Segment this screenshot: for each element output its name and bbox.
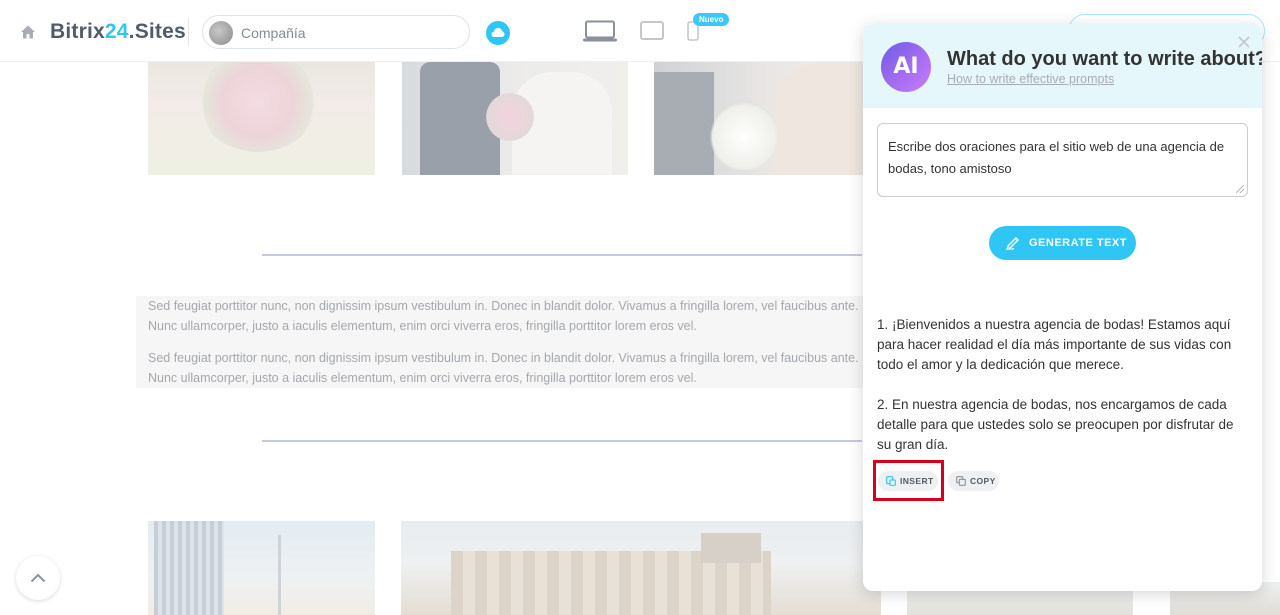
ai-panel-title: What do you want to write about? xyxy=(947,48,1262,70)
generate-text-button[interactable]: GENERATE TEXT xyxy=(989,226,1136,260)
city-photo-towers xyxy=(148,521,375,615)
site-avatar xyxy=(209,21,233,45)
brand-logo[interactable]: Bitrix24.Sites xyxy=(50,20,186,44)
resize-handle[interactable] xyxy=(1236,185,1244,193)
generated-text-item: 1. ¡Bienvenidos a nuestra agencia de bod… xyxy=(877,317,1232,372)
desktop-view-icon[interactable] xyxy=(583,20,617,42)
section-divider xyxy=(262,440,862,442)
brand-separator xyxy=(188,18,189,46)
scroll-to-top-button[interactable] xyxy=(16,556,60,600)
prompt-input[interactable]: Escribe dos oraciones para el sitio web … xyxy=(877,123,1248,197)
ai-panel-header: AI What do you want to write about? How … xyxy=(863,24,1262,108)
copy-label: COPY xyxy=(970,476,996,486)
cloud-icon[interactable] xyxy=(486,21,510,45)
wedding-photo-bouquet xyxy=(148,62,375,175)
wedding-photo-couple xyxy=(402,62,628,175)
city-photo-buildings xyxy=(401,521,881,615)
new-badge: Nuevo xyxy=(693,13,730,26)
home-icon[interactable] xyxy=(20,24,36,40)
site-name: Compañía xyxy=(241,25,306,41)
prompt-text: Escribe dos oraciones para el sitio web … xyxy=(888,139,1225,176)
section-divider xyxy=(262,254,862,256)
insert-highlight-frame xyxy=(873,460,944,501)
close-icon[interactable] xyxy=(1236,34,1252,50)
preview-paragraph: Sed feugiat porttitor nunc, non dignissi… xyxy=(148,351,859,385)
generated-text-item: 2. En nuestra agencia de bodas, nos enca… xyxy=(877,397,1234,452)
generate-text-label: GENERATE TEXT xyxy=(1029,237,1127,249)
ai-writer-panel: AI What do you want to write about? How … xyxy=(863,24,1262,591)
copy-button[interactable]: COPY xyxy=(948,471,999,491)
copy-icon xyxy=(956,476,966,486)
wedding-photo-roses xyxy=(654,62,880,175)
pen-icon xyxy=(1005,237,1019,250)
site-selector[interactable]: Compañía xyxy=(202,15,470,49)
prompts-help-link[interactable]: How to write effective prompts xyxy=(947,72,1114,86)
chevron-up-icon xyxy=(30,573,46,583)
preview-paragraph: Sed feugiat porttitor nunc, non dignissi… xyxy=(148,299,859,333)
tablet-view-icon[interactable] xyxy=(640,21,664,40)
ai-logo-icon: AI xyxy=(881,42,931,92)
